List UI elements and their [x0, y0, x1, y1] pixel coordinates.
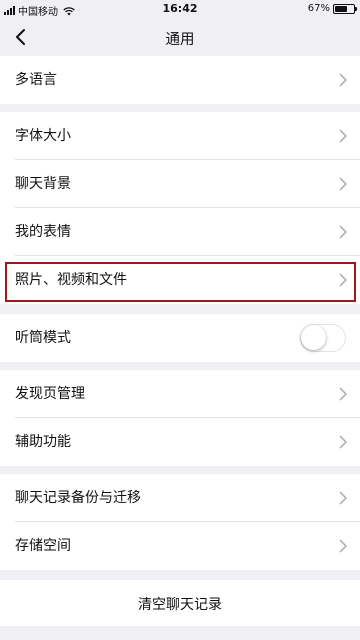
- settings-row-language[interactable]: 多语言: [0, 56, 360, 104]
- row-label: 字体大小: [15, 128, 71, 144]
- earpiece-mode-toggle[interactable]: [300, 324, 346, 352]
- settings-row-chat-background[interactable]: 聊天背景: [0, 160, 360, 208]
- chevron-right-icon: [339, 387, 347, 401]
- row-label: 存储空间: [15, 538, 71, 554]
- row-label: 聊天记录备份与迁移: [15, 490, 141, 506]
- battery-percent: 67%: [307, 3, 330, 14]
- status-right: 67%: [307, 3, 357, 14]
- settings-row-storage[interactable]: 存储空间: [0, 522, 360, 570]
- battery-icon: [333, 3, 357, 14]
- settings-row-discover-management[interactable]: 发现页管理: [0, 370, 360, 418]
- page-title: 通用: [165, 32, 195, 48]
- row-label: 听筒模式: [15, 330, 71, 346]
- clear-chat-history-button[interactable]: 清空聊天记录: [0, 580, 360, 626]
- row-label: 多语言: [15, 72, 57, 88]
- settings-row-chat-backup-migrate[interactable]: 聊天记录备份与迁移: [0, 474, 360, 522]
- settings-row-my-stickers[interactable]: 我的表情: [0, 208, 360, 256]
- navigation-bar: 通用: [0, 18, 360, 56]
- row-label: 辅助功能: [15, 434, 71, 450]
- settings-row-accessibility[interactable]: 辅助功能: [0, 418, 360, 466]
- chevron-right-icon: [339, 73, 347, 87]
- battery-fill: [335, 5, 347, 12]
- highlight-box: [5, 262, 356, 302]
- chevron-right-icon: [339, 491, 347, 505]
- chevron-right-icon: [339, 129, 347, 143]
- status-bar: 中国移动 16:42 67%: [0, 0, 360, 18]
- status-time: 16:42: [162, 2, 198, 15]
- row-label: 我的表情: [15, 224, 71, 240]
- chevron-right-icon: [339, 435, 347, 449]
- chevron-right-icon: [339, 225, 347, 239]
- clear-chat-history-label: 清空聊天记录: [138, 597, 222, 613]
- toggle-knob: [301, 325, 326, 350]
- row-label: 发现页管理: [15, 386, 85, 402]
- settings-row-earpiece-mode: 听筒模式: [0, 314, 360, 362]
- chevron-right-icon: [339, 539, 347, 553]
- settings-row-font-size[interactable]: 字体大小: [0, 112, 360, 160]
- chevron-right-icon: [339, 177, 347, 191]
- row-label: 聊天背景: [15, 176, 71, 192]
